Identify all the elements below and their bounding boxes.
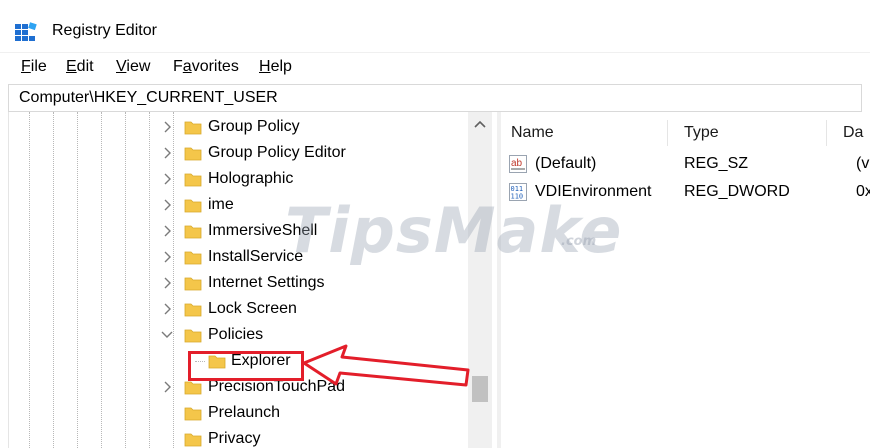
value-data: 0x (856, 183, 870, 200)
tree-item-label: InstallService (208, 248, 304, 265)
column-separator[interactable] (826, 120, 827, 146)
svg-text:110: 110 (511, 193, 524, 201)
value-type: REG_SZ (684, 155, 749, 172)
menu-view[interactable]: View (116, 56, 150, 78)
folder-icon (184, 147, 202, 161)
tree-item-label: Holographic (208, 170, 294, 187)
value-name: (Default) (535, 155, 597, 172)
tree-item-label: Group Policy Editor (208, 144, 346, 161)
tree-item-label: PrecisionTouchPad (208, 378, 345, 395)
tree-item-label: Internet Settings (208, 274, 325, 291)
value-data: (v (856, 155, 870, 172)
string-value-icon: ab (509, 155, 527, 173)
folder-icon (208, 355, 226, 369)
folder-icon (184, 251, 202, 265)
value-row[interactable]: ab (Default) REG_SZ (v (501, 151, 870, 177)
chevron-down-icon[interactable] (159, 327, 175, 343)
chevron-right-icon[interactable] (159, 275, 175, 291)
key-tree[interactable]: Group Policy Group Policy Editor Holograph… (8, 112, 495, 448)
tree-item-lock-screen[interactable]: Lock Screen (9, 296, 459, 322)
tree-item-prelaunch[interactable]: Prelaunch (9, 400, 459, 426)
folder-icon (184, 225, 202, 239)
column-header-data[interactable]: Da (843, 123, 863, 143)
tree-item-label: Privacy (208, 430, 261, 447)
tree-item-ime[interactable]: ime (9, 192, 459, 218)
column-header-type[interactable]: Type (684, 123, 719, 143)
column-header-name[interactable]: Name (511, 123, 554, 143)
folder-icon (184, 173, 202, 187)
menu-edit[interactable]: Edit (66, 56, 94, 78)
folder-icon (184, 277, 202, 291)
chevron-right-icon[interactable] (159, 197, 175, 213)
tree-item-explorer[interactable]: Explorer (9, 348, 459, 374)
address-path[interactable]: Computer\HKEY_CURRENT_USER (19, 88, 278, 108)
tree-item-internet-settings[interactable]: Internet Settings (9, 270, 459, 296)
scroll-thumb[interactable] (472, 376, 488, 402)
tree-item-label: ime (208, 196, 234, 213)
folder-icon (184, 329, 202, 343)
values-list[interactable]: Name Type Da ab (Default) REG_SZ (v 011 … (501, 112, 870, 448)
folder-icon (184, 121, 202, 135)
folder-icon (184, 407, 202, 421)
folder-icon (184, 433, 202, 447)
tree-item-privacy[interactable]: Privacy (9, 426, 459, 448)
value-type: REG_DWORD (684, 183, 790, 200)
chevron-right-icon[interactable] (159, 171, 175, 187)
tree-item-installservice[interactable]: InstallService (9, 244, 459, 270)
tree-item-label: Prelaunch (208, 404, 281, 421)
chevron-right-icon[interactable] (159, 119, 175, 135)
chevron-right-icon[interactable] (159, 223, 175, 239)
tree-item-policies[interactable]: Policies (9, 322, 459, 348)
tree-item-precisiontouchpad[interactable]: PrecisionTouchPad (9, 374, 459, 400)
svg-text:ab: ab (511, 158, 523, 169)
value-name: VDIEnvironment (535, 183, 652, 200)
chevron-right-icon[interactable] (159, 301, 175, 317)
address-bar[interactable]: Computer\HKEY_CURRENT_USER (8, 84, 862, 112)
menu-file[interactable]: File (21, 56, 47, 78)
menu-favorites[interactable]: Favorites (173, 56, 239, 78)
tree-item-immersiveshell[interactable]: ImmersiveShell (9, 218, 459, 244)
tree-item-label: Policies (208, 326, 264, 343)
folder-icon (184, 381, 202, 395)
chevron-right-icon[interactable] (159, 249, 175, 265)
scroll-up-arrow-icon[interactable] (472, 118, 488, 130)
folder-icon (184, 303, 202, 317)
title-bar: Registry Editor (0, 0, 870, 53)
menu-help[interactable]: Help (259, 56, 292, 78)
binary-value-icon: 011 110 (509, 183, 527, 201)
tree-item-group-policy-editor[interactable]: Group Policy Editor (9, 140, 459, 166)
menu-bar: File Edit View Favorites Help (0, 56, 870, 80)
value-row[interactable]: 011 110 VDIEnvironment REG_DWORD 0x (501, 179, 870, 205)
folder-icon (184, 199, 202, 213)
tree-item-label: Explorer (231, 352, 291, 369)
tree-item-label: Lock Screen (208, 300, 297, 317)
window-title: Registry Editor (52, 22, 157, 39)
tree-item-label: ImmersiveShell (208, 222, 318, 239)
tree-item-group-policy[interactable]: Group Policy (9, 114, 459, 140)
tree-scrollbar[interactable] (468, 112, 492, 448)
tree-connector (195, 361, 205, 362)
chevron-right-icon[interactable] (159, 379, 175, 395)
tree-item-holographic[interactable]: Holographic (9, 166, 459, 192)
registry-editor-icon (15, 22, 37, 41)
column-separator[interactable] (667, 120, 668, 146)
tree-item-label: Group Policy (208, 118, 300, 135)
chevron-right-icon[interactable] (159, 145, 175, 161)
